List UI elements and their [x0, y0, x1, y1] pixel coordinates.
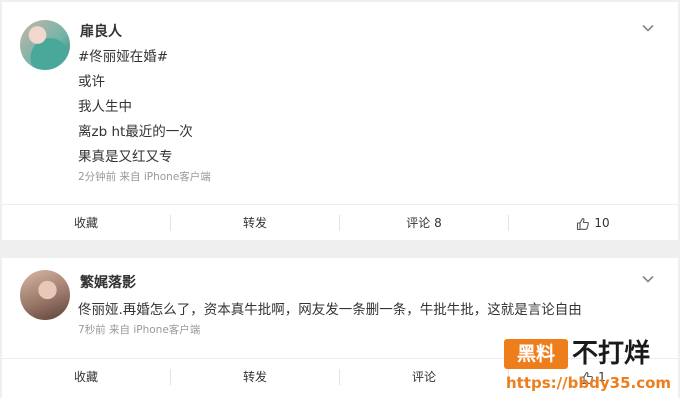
- post-text-line: 我人生中: [78, 99, 132, 115]
- username[interactable]: 扉良人: [80, 21, 122, 41]
- collect-button[interactable]: 收藏: [2, 359, 170, 395]
- username[interactable]: 繁娓落影: [80, 272, 136, 292]
- post-meta: 7秒前 来自 iPhone客户端: [78, 324, 201, 336]
- watermark-logo-box: 黑料: [504, 339, 568, 369]
- hashtag-link[interactable]: #佟丽娅在婚#: [78, 45, 168, 65]
- watermark-title: 不打烊: [572, 339, 651, 369]
- repost-button[interactable]: 转发: [171, 359, 339, 395]
- like-count: 10: [594, 216, 610, 230]
- post-card: 扉良人 #佟丽娅在婚# 或许 我人生中 离zb ht最近的一次 果真是又红又专 …: [2, 2, 678, 240]
- post-text-line: 离zb ht最近的一次: [78, 124, 193, 140]
- post-text-line: 佟丽娅.再婚怎么了，资本真牛批啊，网友发一条删一条，牛批牛批，这就是言论自由: [78, 302, 582, 318]
- post-text-line: 或许: [78, 74, 105, 90]
- avatar[interactable]: [20, 270, 70, 320]
- post-text-line: 果真是又红又专: [78, 149, 173, 165]
- post-meta: 2分钟前 来自 iPhone客户端: [78, 171, 211, 183]
- watermark: 黑料 不打烊 https://bbdy35.com: [498, 336, 680, 398]
- like-button[interactable]: 10: [509, 205, 677, 241]
- comment-button[interactable]: 评论 8: [340, 205, 508, 241]
- avatar[interactable]: [20, 20, 70, 70]
- action-bar: 收藏 转发 评论 8 10: [2, 204, 678, 241]
- thumbs-up-icon: [577, 217, 590, 230]
- collect-button[interactable]: 收藏: [2, 205, 170, 241]
- chevron-down-icon[interactable]: [642, 22, 654, 34]
- comment-button[interactable]: 评论: [340, 359, 508, 395]
- watermark-url: https://bbdy35.com: [506, 374, 672, 392]
- repost-button[interactable]: 转发: [171, 205, 339, 241]
- chevron-down-icon[interactable]: [642, 273, 654, 285]
